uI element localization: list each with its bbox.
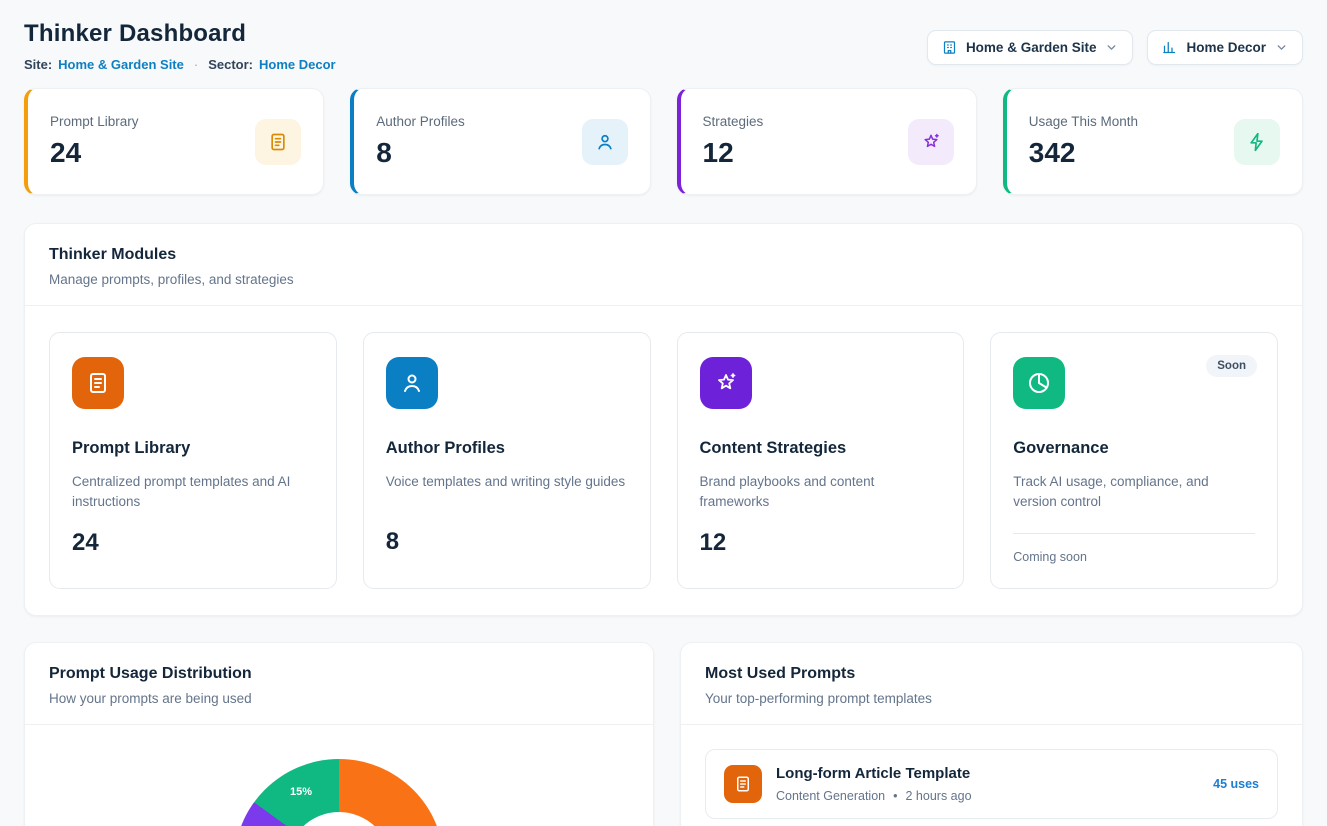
donut-segment-label: 15%	[290, 786, 312, 798]
modules-header: Thinker Modules Manage prompts, profiles…	[25, 224, 1302, 306]
module-description: Track AI usage, compliance, and version …	[1013, 472, 1255, 513]
prompt-item-category: Content Generation	[776, 789, 885, 803]
page-title: Thinker Dashboard	[24, 20, 336, 48]
site-link[interactable]: Home & Garden Site	[58, 57, 184, 72]
most-used-prompts-panel: Most Used Prompts Your top-performing pr…	[680, 642, 1303, 826]
bar-chart-icon	[1162, 40, 1177, 55]
sector-link[interactable]: Home Decor	[259, 57, 336, 72]
stat-label: Strategies	[703, 114, 764, 129]
modules-grid: Prompt Library Centralized prompt templa…	[25, 306, 1302, 615]
document-icon	[255, 119, 301, 165]
stats-row: Prompt Library 24 Author Profiles 8 Stra…	[24, 88, 1303, 195]
stat-text: Usage This Month 342	[1029, 114, 1138, 169]
sector-selector-label: Home Decor	[1186, 40, 1266, 55]
prompts-panel-subtitle: Your top-performing prompt templates	[705, 691, 1278, 706]
chevron-down-icon	[1105, 41, 1118, 54]
stat-label: Usage This Month	[1029, 114, 1138, 129]
donut-chart-wrapper: 15%	[234, 759, 444, 826]
prompt-item-main: Long-form Article Template Content Gener…	[776, 765, 1199, 803]
page-header: Thinker Dashboard Site: Home & Garden Si…	[24, 20, 1303, 72]
module-count: 8	[386, 528, 628, 556]
dashboard-page: Thinker Dashboard Site: Home & Garden Si…	[0, 0, 1327, 826]
chevron-down-icon	[1275, 41, 1288, 54]
stat-label: Author Profiles	[376, 114, 465, 129]
module-tile-content-strategies[interactable]: Content Strategies Brand playbooks and c…	[677, 332, 965, 589]
module-tile-prompt-library[interactable]: Prompt Library Centralized prompt templa…	[49, 332, 337, 589]
modules-subtitle: Manage prompts, profiles, and strategies	[49, 272, 1278, 287]
chart-area: 15%	[25, 725, 653, 826]
stat-card-prompt-library: Prompt Library 24	[24, 88, 324, 195]
prompt-item-time: 2 hours ago	[906, 789, 972, 803]
stat-label: Prompt Library	[50, 114, 139, 129]
modules-section: Thinker Modules Manage prompts, profiles…	[24, 223, 1303, 616]
stat-card-strategies: Strategies 12	[677, 88, 977, 195]
prompt-item-title: Long-form Article Template	[776, 765, 1199, 782]
document-icon	[72, 357, 124, 409]
module-title: Governance	[1013, 439, 1255, 458]
module-tile-governance[interactable]: Soon Governance Track AI usage, complian…	[990, 332, 1278, 589]
meta-separator: ·	[194, 57, 198, 72]
sparkle-star-icon	[908, 119, 954, 165]
stat-text: Prompt Library 24	[50, 114, 139, 169]
module-title: Content Strategies	[700, 439, 942, 458]
usage-panel-title: Prompt Usage Distribution	[49, 665, 629, 683]
person-icon	[386, 357, 438, 409]
stat-value: 8	[376, 137, 465, 169]
stat-value: 24	[50, 137, 139, 169]
prompt-list-item[interactable]: Long-form Article Template Content Gener…	[705, 749, 1278, 819]
header-actions: Home & Garden Site Home Decor	[927, 30, 1303, 65]
module-title: Author Profiles	[386, 439, 628, 458]
sector-selector-dropdown[interactable]: Home Decor	[1147, 30, 1303, 65]
site-selector-dropdown[interactable]: Home & Garden Site	[927, 30, 1134, 65]
prompt-item-meta: Content Generation • 2 hours ago	[776, 789, 1199, 803]
module-count: 24	[72, 529, 314, 557]
sparkle-star-icon	[700, 357, 752, 409]
usage-panel-header: Prompt Usage Distribution How your promp…	[25, 643, 653, 725]
header-left: Thinker Dashboard Site: Home & Garden Si…	[24, 20, 336, 72]
document-icon	[724, 765, 762, 803]
bottom-row: Prompt Usage Distribution How your promp…	[24, 642, 1303, 826]
person-icon	[582, 119, 628, 165]
stat-value: 12	[703, 137, 764, 169]
breadcrumb: Site: Home & Garden Site · Sector: Home …	[24, 57, 336, 72]
sector-label: Sector:	[208, 57, 253, 72]
stat-text: Strategies 12	[703, 114, 764, 169]
modules-title: Thinker Modules	[49, 246, 1278, 264]
usage-panel-subtitle: How your prompts are being used	[49, 691, 629, 706]
meta-bullet: •	[893, 789, 897, 803]
stat-card-author-profiles: Author Profiles 8	[350, 88, 650, 195]
module-description: Brand playbooks and content frameworks	[700, 472, 942, 513]
module-count: 12	[700, 529, 942, 557]
module-title: Prompt Library	[72, 439, 314, 458]
pie-chart-icon	[1013, 357, 1065, 409]
stat-text: Author Profiles 8	[376, 114, 465, 169]
building-icon	[942, 40, 957, 55]
module-tile-author-profiles[interactable]: Author Profiles Voice templates and writ…	[363, 332, 651, 589]
prompt-item-uses-badge: 45 uses	[1213, 777, 1259, 791]
site-selector-label: Home & Garden Site	[966, 40, 1097, 55]
divider	[1013, 533, 1255, 534]
coming-soon-text: Coming soon	[1013, 550, 1255, 564]
lightning-icon	[1234, 119, 1280, 165]
stat-value: 342	[1029, 137, 1138, 169]
site-label: Site:	[24, 57, 52, 72]
prompts-panel-title: Most Used Prompts	[705, 665, 1278, 683]
soon-badge: Soon	[1206, 355, 1257, 377]
module-description: Voice templates and writing style guides	[386, 472, 628, 512]
prompt-list: Long-form Article Template Content Gener…	[681, 725, 1302, 826]
stat-card-usage: Usage This Month 342	[1003, 88, 1303, 195]
prompts-panel-header: Most Used Prompts Your top-performing pr…	[681, 643, 1302, 725]
module-description: Centralized prompt templates and AI inst…	[72, 472, 314, 513]
usage-distribution-panel: Prompt Usage Distribution How your promp…	[24, 642, 654, 826]
